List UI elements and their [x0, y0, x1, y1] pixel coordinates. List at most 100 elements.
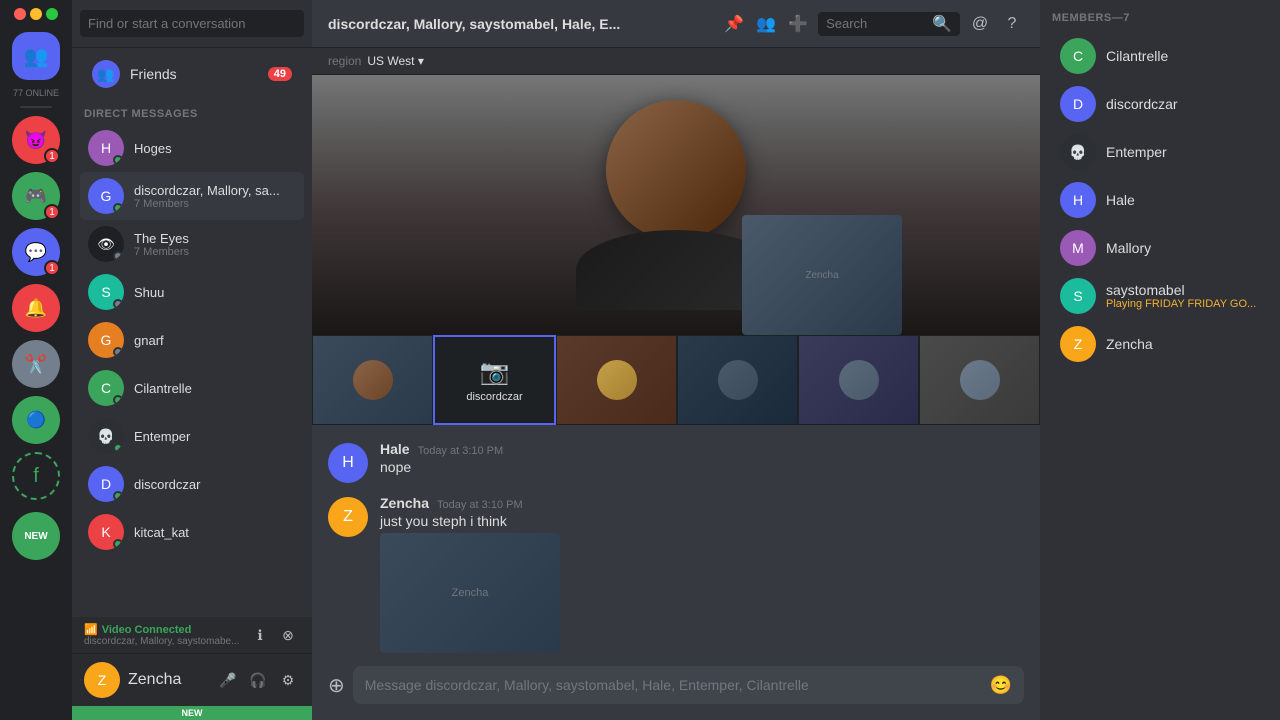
members-icon[interactable]: 👥 [754, 12, 778, 36]
header-search-input[interactable] [826, 16, 926, 31]
header-search-wrap: 🔍 [818, 12, 960, 36]
status-dot-cilantrelle [113, 395, 123, 405]
member-avatar-mallory: M [1060, 230, 1096, 266]
server-icon-4[interactable]: 🔔 [12, 284, 60, 332]
thumb-discordczar[interactable]: 📷 discordczar [433, 335, 556, 425]
region-value[interactable]: US West [367, 54, 423, 68]
member-name-cilantrelle: Cilantrelle [1106, 48, 1168, 64]
msg-content-hale: Hale Today at 3:10 PM nope [380, 441, 1024, 483]
server-icon-direct-messages[interactable]: 👥 [12, 32, 60, 80]
friends-icon: 👥 [92, 60, 120, 88]
dm-avatar-eyes: 👁 [88, 226, 124, 262]
friends-badge: 49 [268, 67, 292, 81]
dm-avatar-group: G [88, 178, 124, 214]
member-item-mallory[interactable]: M Mallory [1048, 224, 1272, 272]
current-user-name: Zencha [128, 671, 208, 689]
at-icon[interactable]: @ [968, 12, 992, 36]
message-input[interactable] [365, 666, 982, 704]
dm-info-discordczar: discordczar [134, 477, 296, 492]
server-icon-1[interactable]: 😈 1 [12, 116, 60, 164]
help-icon[interactable]: ? [1000, 12, 1024, 36]
main-video [312, 75, 1040, 335]
status-dot-shuu [113, 299, 123, 309]
dm-list: H Hoges G discordczar, Mallory, sa... 7 … [72, 124, 312, 617]
thumb-1[interactable] [312, 335, 433, 425]
dm-item-shuu[interactable]: S Shuu [80, 268, 304, 316]
dm-avatar-cilantrelle: C [88, 370, 124, 406]
member-avatar-zencha: Z [1060, 326, 1096, 362]
user-bar-icons: 🎤 🎧 ⚙ [216, 668, 300, 692]
member-item-entemper[interactable]: 💀 Entemper [1048, 128, 1272, 176]
new-server-button[interactable]: NEW [12, 512, 60, 560]
emoji-button[interactable]: 😊 [990, 675, 1012, 696]
dm-name-kitcat: kitcat_kat [134, 525, 296, 540]
region-label: region [328, 54, 361, 68]
thumb-6[interactable] [919, 335, 1040, 425]
dm-item-cilantrelle[interactable]: C Cilantrelle [80, 364, 304, 412]
add-member-icon[interactable]: ➕ [786, 12, 810, 36]
video-connected-label: Video Connected [102, 624, 192, 636]
thumb-discordczar-label: discordczar [466, 391, 522, 403]
dm-item-kitcat[interactable]: K kitcat_kat [80, 508, 304, 556]
channel-sidebar: 👥 Friends 49 DIRECT MESSAGES H Hoges G d… [72, 0, 312, 720]
online-count: 77 ONLINE [13, 88, 59, 98]
zencha-image-preview: Zencha [380, 533, 560, 653]
dm-item-hoges[interactable]: H Hoges [80, 124, 304, 172]
pin-icon[interactable]: 📌 [722, 12, 746, 36]
dm-item-gnarf[interactable]: G gnarf [80, 316, 304, 364]
dm-info-shuu: Shuu [134, 285, 296, 300]
vc-info-button[interactable]: ℹ [248, 623, 272, 647]
vc-icons: ℹ ⊗ [248, 623, 300, 647]
dm-info-gnarf: gnarf [134, 333, 296, 348]
dm-name-hoges: Hoges [134, 141, 296, 156]
user-bar: Z Zencha 🎤 🎧 ⚙ [72, 653, 312, 706]
dm-item-group[interactable]: G discordczar, Mallory, sa... 7 Members [80, 172, 304, 220]
settings-button[interactable]: ⚙ [276, 668, 300, 692]
dm-item-entemper[interactable]: 💀 Entemper [80, 412, 304, 460]
member-item-saystomabel[interactable]: S saystomabel Playing FRIDAY FRIDAY GO..… [1048, 272, 1272, 320]
server-icon-2[interactable]: 🎮 1 [12, 172, 60, 220]
member-avatar-hale: H [1060, 182, 1096, 218]
msg-header-zencha: Zencha Today at 3:10 PM [380, 495, 1024, 511]
dm-avatar-kitcat: K [88, 514, 124, 550]
vc-disconnect-button[interactable]: ⊗ [276, 623, 300, 647]
dm-name-entemper: Entemper [134, 429, 296, 444]
server-icon-3[interactable]: 💬 1 [12, 228, 60, 276]
thumb-5[interactable] [798, 335, 919, 425]
dm-name-eyes: The Eyes [134, 231, 296, 246]
members-sidebar: MEMBERS—7 C Cilantrelle D discordczar 💀 … [1040, 0, 1280, 720]
minimize-button[interactable] [30, 8, 42, 20]
main-content: discordczar, Mallory, saystomabel, Hale,… [312, 0, 1040, 720]
member-item-zencha[interactable]: Z Zencha [1048, 320, 1272, 368]
server-divider [20, 106, 52, 108]
dm-item-discordczar[interactable]: D discordczar [80, 460, 304, 508]
server-icon-5[interactable]: ✂️ [12, 340, 60, 388]
member-item-cilantrelle[interactable]: C Cilantrelle [1048, 32, 1272, 80]
friends-item[interactable]: 👥 Friends 49 [80, 52, 304, 96]
msg-time-zencha: Today at 3:10 PM [437, 499, 523, 511]
thumb-4[interactable] [677, 335, 798, 425]
search-input[interactable] [80, 10, 304, 37]
member-avatar-entemper: 💀 [1060, 134, 1096, 170]
dm-avatar-gnarf: G [88, 322, 124, 358]
msg-avatar-zencha: Z [328, 497, 368, 537]
status-dot-entemper [113, 443, 123, 453]
msg-text-hale: nope [380, 459, 1024, 475]
add-server-button[interactable]: f [12, 452, 60, 500]
server-icon-6[interactable]: 🔵 [12, 396, 60, 444]
msg-content-zencha: Zencha Today at 3:10 PM just you steph i… [380, 495, 1024, 653]
msg-time-hale: Today at 3:10 PM [418, 445, 504, 457]
add-attachment-button[interactable]: ⊕ [328, 673, 345, 698]
dm-item-eyes[interactable]: 👁 The Eyes 7 Members [80, 220, 304, 268]
member-item-discordczar[interactable]: D discordczar [1048, 80, 1272, 128]
maximize-button[interactable] [46, 8, 58, 20]
page-title: discordczar, Mallory, saystomabel, Hale,… [328, 16, 722, 32]
member-item-hale[interactable]: H Hale [1048, 176, 1272, 224]
dm-avatar-discordczar: D [88, 466, 124, 502]
close-button[interactable] [14, 8, 26, 20]
video-connected-text: 📶 Video Connected [84, 623, 242, 636]
dm-name-group: discordczar, Mallory, sa... [134, 183, 296, 198]
thumb-3[interactable] [556, 335, 677, 425]
mute-button[interactable]: 🎤 [216, 668, 240, 692]
headphones-button[interactable]: 🎧 [246, 668, 270, 692]
